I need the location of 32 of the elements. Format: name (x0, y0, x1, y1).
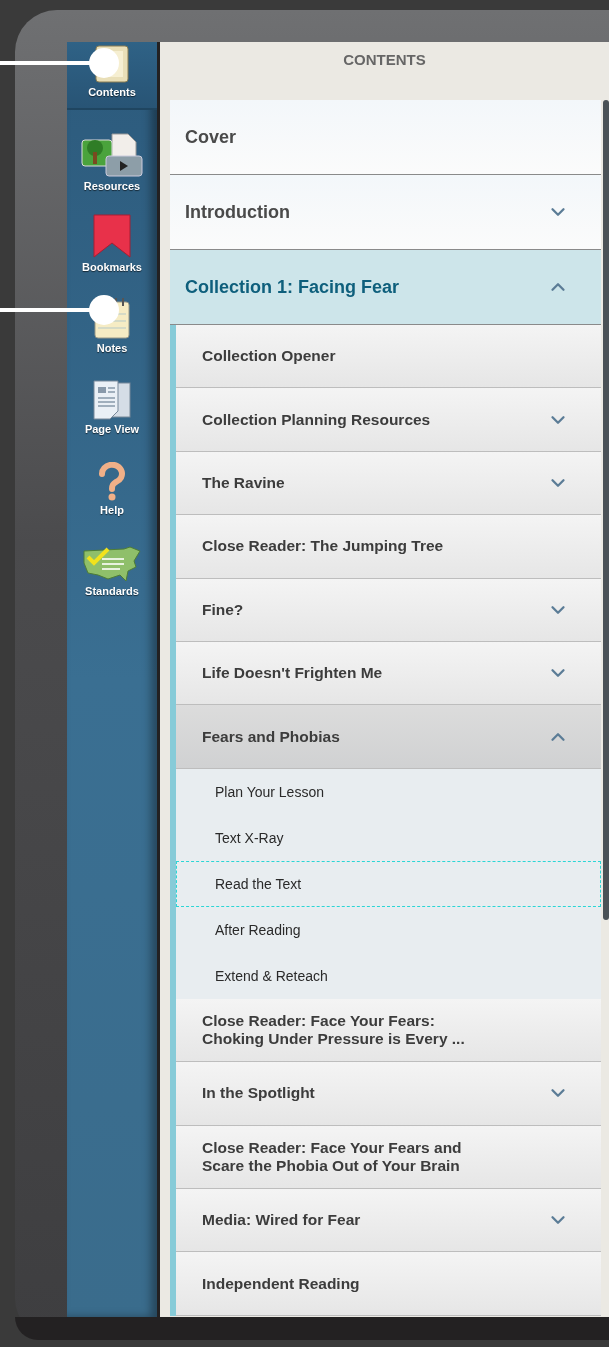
toc-subentry[interactable]: After Reading (176, 906, 601, 953)
toc-entry[interactable]: Close Reader: Face Your Fears: Choking Under Pressure is Every ... (176, 998, 601, 1063)
map-check-icon (80, 545, 144, 583)
panel-title: CONTENTS (343, 51, 426, 68)
toc-entry[interactable]: Fine? (176, 578, 601, 642)
toc-entry[interactable]: Collection 1: Facing Fear (170, 250, 601, 325)
toc-entry[interactable]: Collection Planning Resources (176, 388, 601, 452)
sidebar-item[interactable]: Page View (67, 366, 157, 447)
scrollbar[interactable] (603, 100, 609, 920)
toc-entry[interactable]: Close Reader: The Jumping Tree (176, 515, 601, 579)
toc-entry[interactable]: Media: Wired for Fear (176, 1188, 601, 1253)
picture-video-icon (80, 132, 144, 178)
toc-subentry[interactable]: Plan Your Lesson (176, 768, 601, 815)
question-mark-icon (97, 462, 127, 502)
toc-subentry[interactable]: Extend & Reteach (176, 952, 601, 999)
document-icon (92, 379, 132, 421)
toc-entry[interactable]: Introduction (170, 175, 601, 250)
toc-subentry[interactable]: Read the Text (176, 860, 601, 907)
bookmark-icon (92, 213, 132, 259)
sidebar-item[interactable]: Resources (67, 123, 157, 204)
toc-entry[interactable]: Independent Reading (176, 1252, 601, 1316)
toc-entry[interactable]: In the Spotlight (176, 1062, 601, 1126)
toc-subentry[interactable]: Text X-Ray (176, 814, 601, 861)
toc-entry[interactable]: Life Doesn't Frighten Me (176, 641, 601, 706)
toc-entry[interactable]: Fears and Phobias (176, 705, 601, 769)
toc-entry[interactable]: Close Reader: Face Your Fears and Scare the Phobia Out of Your Brain (176, 1125, 601, 1189)
toc-entry[interactable]: Collection Opener (176, 325, 601, 389)
toc-entry[interactable]: Cover (170, 100, 601, 175)
toc-entry[interactable]: The Ravine (176, 451, 601, 516)
sidebar-item[interactable]: Help (67, 447, 157, 528)
sidebar-item[interactable]: Standards (67, 528, 157, 609)
sidebar-item[interactable]: Bookmarks (67, 204, 157, 285)
